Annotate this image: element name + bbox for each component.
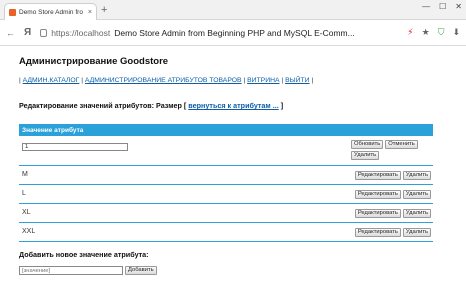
delete-button[interactable]: Удалить [351,151,380,160]
edit-button[interactable]: Редактировать [354,228,401,237]
close-window-icon[interactable]: ✕ [455,2,462,11]
value-edit-input[interactable] [22,143,128,151]
delete-button[interactable]: Удалить [402,190,431,199]
section-title-text: Редактирование значений атрибутов: Разме… [19,101,187,110]
attribute-values-grid: Значение атрибута Обновить Отменить Удал… [19,124,433,242]
delete-actions: Удалить [351,151,380,160]
table-row: XL Редактировать Удалить [19,204,433,223]
edit-actions: Обновить Отменить [351,140,418,149]
row-actions: Редактировать Удалить [354,228,431,237]
lightning-icon[interactable]: ⚡ [407,27,413,38]
new-value-input[interactable] [19,266,123,275]
menu-link-logout[interactable]: ВЫЙТИ [285,77,309,84]
back-icon[interactable]: ← [6,28,15,38]
add-button[interactable]: Добавить [125,266,157,275]
grid-header: Значение атрибута [19,124,433,136]
update-button[interactable]: Обновить [351,140,384,149]
menu-separator: | [311,77,314,84]
url-field[interactable]: https://localhost Demo Store Admin from … [40,28,398,38]
row-actions: Редактировать Удалить [354,190,431,199]
tab-close-icon[interactable]: × [88,9,92,16]
edit-button[interactable]: Редактировать [354,171,401,180]
row-actions: Редактировать Удалить [354,209,431,218]
admin-menu: | АДМИН.КАТАЛОГ | АДМИНИСТРИРОВАНИЕ АТРИ… [19,77,313,84]
row-actions: Редактировать Удалить [354,171,431,180]
value-cell: M [22,171,28,178]
menu-link-catalog[interactable]: АДМИН.КАТАЛОГ [23,77,80,84]
site-title: Администрирование Goodstore [19,56,169,67]
window-controls: — ☐ ✕ [422,2,462,11]
download-icon[interactable]: ⬇ [452,27,460,38]
page-content: Администрирование Goodstore | АДМИН.КАТА… [0,46,466,291]
browser-tab-bar: Demo Store Admin fro × + — ☐ ✕ [0,0,466,20]
minimize-icon[interactable]: — [422,2,430,11]
edit-button[interactable]: Редактировать [354,209,401,218]
page-title-in-bar: Demo Store Admin from Beginning PHP and … [114,27,355,38]
menu-link-attributes[interactable]: АДМИНИСТРИРОВАНИЕ АТРИБУТОВ ТОВАРОВ [85,77,242,84]
delete-button[interactable]: Удалить [402,171,431,180]
edit-button[interactable]: Редактировать [354,190,401,199]
section-title: Редактирование значений атрибутов: Разме… [19,101,283,110]
table-row: L Редактировать Удалить [19,185,433,204]
favicon-icon [9,8,16,16]
star-icon[interactable]: ★ [422,27,430,38]
maximize-icon[interactable]: ☐ [439,2,446,11]
url-host: https://localhost [51,27,111,38]
delete-button[interactable]: Удалить [402,228,431,237]
section-title-bracket: ] [280,101,284,110]
delete-button[interactable]: Удалить [402,209,431,218]
lock-icon [40,28,48,37]
menu-separator: | [81,77,84,84]
shield-icon[interactable]: ⛉ [438,27,445,38]
address-bar: ← Я https://localhost Demo Store Admin f… [0,20,466,46]
menu-separator: | [19,77,21,84]
add-value-title: Добавить новое значение атрибута: [19,250,149,259]
table-row-editing: Обновить Отменить Удалить [19,136,433,166]
yandex-icon[interactable]: Я [24,27,31,38]
browser-tab[interactable]: Demo Store Admin fro × [4,3,97,20]
new-tab-icon[interactable]: + [101,3,107,17]
menu-separator: | [281,77,284,84]
menu-link-storefront[interactable]: ВИТРИНА [247,77,279,84]
back-to-attributes-link[interactable]: вернуться к атрибутам ... [188,101,278,110]
table-row: M Редактировать Удалить [19,166,433,185]
menu-separator: | [243,77,246,84]
value-cell: XXL [22,228,36,235]
value-cell: L [22,190,26,197]
value-cell: XL [22,209,31,216]
address-bar-actions: ⚡ ★ ⛉ ⬇ [407,27,460,38]
table-row: XXL Редактировать Удалить [19,223,433,242]
cancel-button[interactable]: Отменить [385,140,418,149]
tab-title: Demo Store Admin fro [19,8,83,16]
